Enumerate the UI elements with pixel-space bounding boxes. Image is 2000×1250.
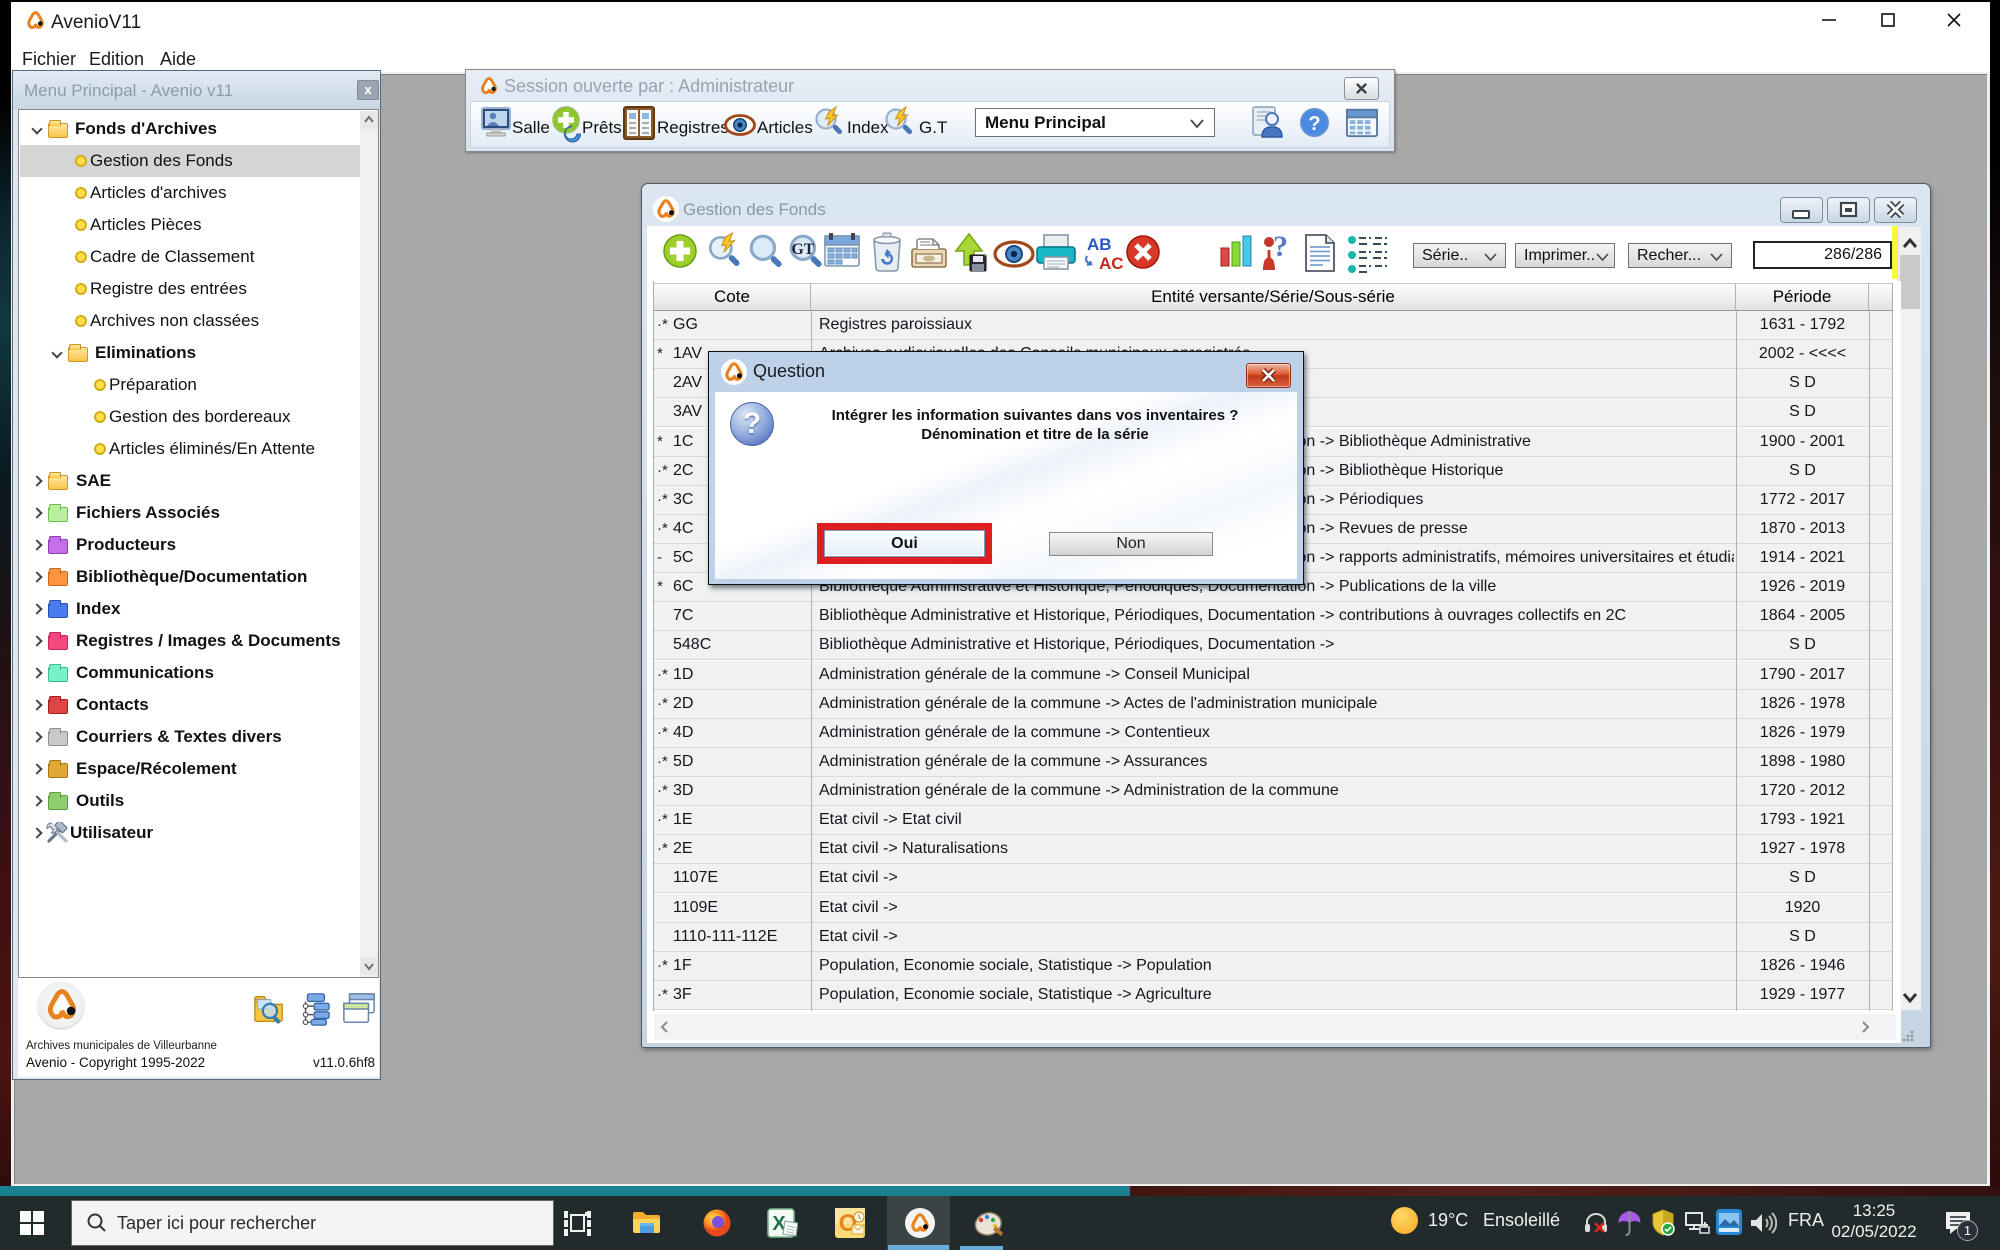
svg-text:AC: AC — [1099, 254, 1123, 272]
svg-text:?: ? — [1308, 113, 1320, 135]
svg-text:?: ? — [1273, 232, 1288, 263]
svg-text:AB: AB — [1087, 235, 1112, 254]
svg-text:GT: GT — [791, 241, 814, 258]
